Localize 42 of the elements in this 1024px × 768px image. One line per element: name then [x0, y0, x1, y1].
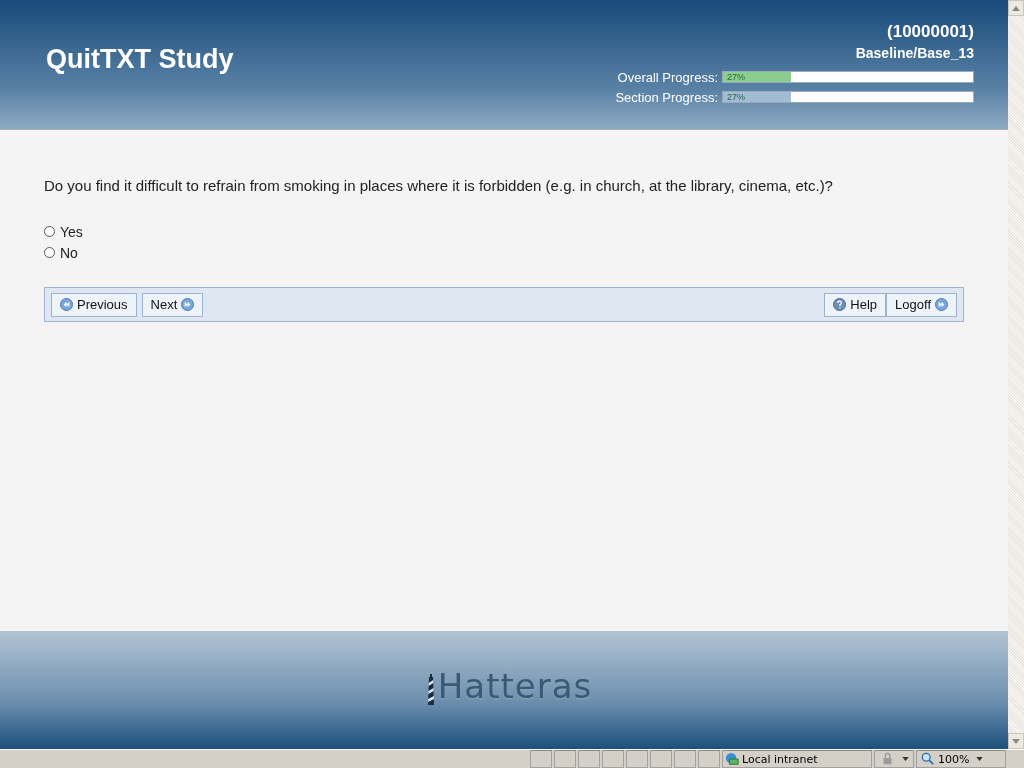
nav-button[interactable]: Next	[141, 292, 204, 317]
nav-button[interactable]: Help	[824, 292, 887, 317]
status-pane	[602, 750, 624, 768]
down-arrow-icon	[1012, 738, 1020, 744]
scroll-down-button[interactable]	[1008, 733, 1024, 749]
study-title: QuitTXT Study	[46, 44, 234, 76]
section-name: Baseline/Base_13	[855, 45, 974, 61]
help-icon	[833, 298, 847, 311]
progress-reading: 27%	[727, 92, 745, 103]
answer-option[interactable]: Yes	[44, 222, 83, 241]
status-pane	[530, 750, 552, 768]
radio-button[interactable]	[44, 226, 55, 237]
status-pane	[626, 750, 648, 768]
answer-option[interactable]: No	[44, 243, 78, 262]
status-pane	[698, 750, 720, 768]
status-pane	[554, 750, 576, 768]
up-arrow-icon	[1012, 5, 1020, 11]
nav-button[interactable]: Previous	[51, 292, 137, 317]
status-pane	[650, 750, 672, 768]
nav-button[interactable]: Logoff	[886, 292, 957, 317]
progress-reading: 27%	[727, 72, 745, 83]
participant-id: (10000001)	[887, 22, 974, 42]
logo-text: Hatteras	[437, 665, 593, 706]
network-globe-icon	[725, 752, 739, 766]
fast-forward-icon	[181, 298, 195, 311]
fast-forward-icon	[935, 298, 948, 311]
lighthouse-icon	[425, 673, 436, 706]
option-label: Yes	[60, 223, 83, 240]
status-pane	[674, 750, 696, 768]
vertical-scrollbar[interactable]	[1008, 0, 1024, 749]
progress-label: Overall Progress:	[617, 69, 718, 85]
dropdown-arrow-icon[interactable]	[902, 757, 909, 761]
progress-label: Section Progress:	[615, 89, 718, 105]
question-text: Do you find it difficult to refrain from smoking in places where it is forbidden (e.g. in church, at the library, cinema, etc.)?	[44, 177, 834, 194]
dropdown-arrow-icon[interactable]	[976, 757, 984, 761]
rewind-icon	[60, 298, 73, 311]
radio-button[interactable]	[44, 247, 55, 258]
option-label: No	[60, 244, 78, 261]
status-pane	[578, 750, 600, 768]
scroll-up-button[interactable]	[1008, 0, 1024, 16]
magnifier-icon	[921, 752, 935, 766]
security-zone: Local intranet	[742, 752, 818, 766]
